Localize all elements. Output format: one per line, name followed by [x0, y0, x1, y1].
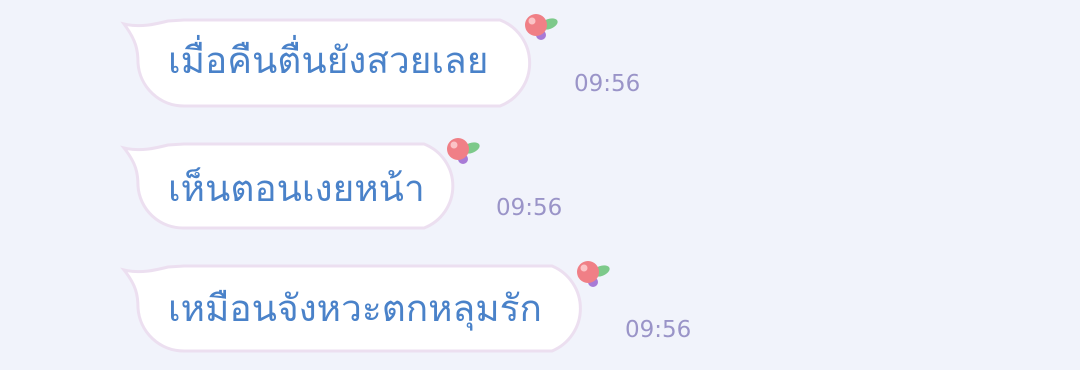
- message-text: เห็นตอนเงยหน้า: [168, 167, 425, 210]
- message-timestamp: 09:56: [625, 317, 692, 343]
- flower-sticker-icon: [577, 261, 610, 287]
- flower-sticker-icon: [525, 14, 558, 40]
- message-bubble[interactable]: [0, 138, 1080, 248]
- message-text: เมื่อคืนตื่นยังสวยเลย: [168, 39, 489, 82]
- chat-message[interactable]: เห็นตอนเงยหน้า 09:56: [0, 138, 1080, 248]
- message-timestamp: 09:56: [574, 71, 641, 97]
- chat-message[interactable]: เหมือนจังหวะตกหลุมรัก 09:56: [0, 260, 1080, 370]
- flower-sticker-icon: [447, 138, 480, 164]
- chat-message[interactable]: เมื่อคืนตื่นยังสวยเลย 09:56: [0, 14, 1080, 124]
- message-text: เหมือนจังหวะตกหลุมรัก: [168, 287, 542, 330]
- message-timestamp: 09:56: [496, 195, 563, 221]
- chat-thread: เมื่อคืนตื่นยังสวยเลย 09:56 เห็นตอนเงยหน…: [0, 0, 1080, 369]
